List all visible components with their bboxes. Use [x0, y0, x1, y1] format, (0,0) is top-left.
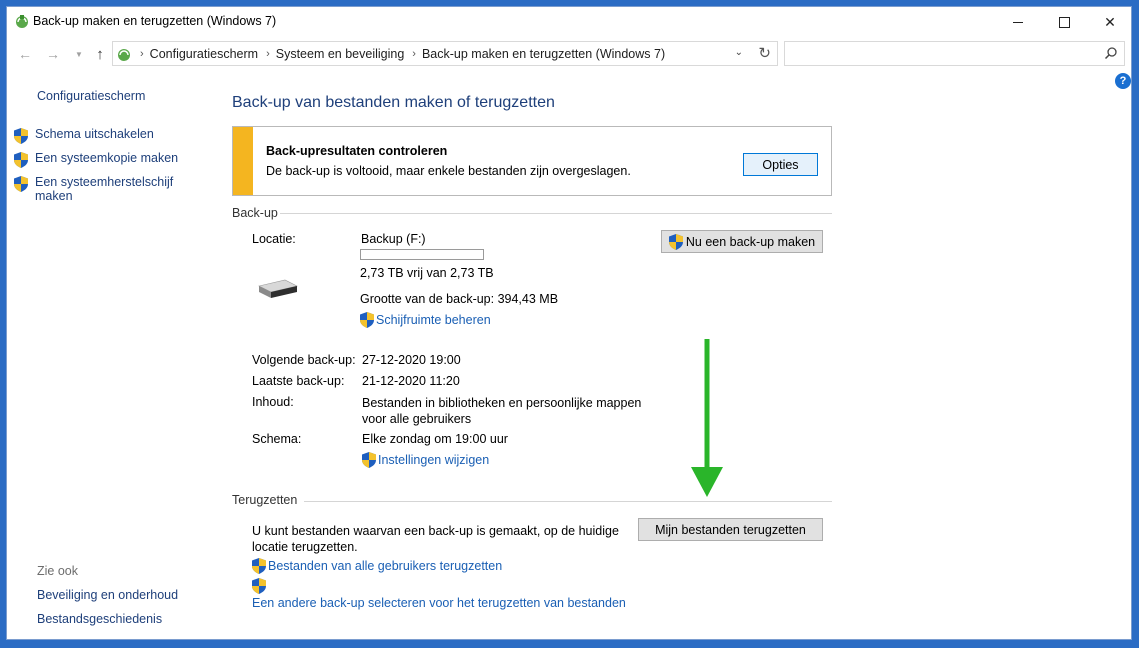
close-button[interactable]: ✕ — [1087, 7, 1131, 37]
restore-my-files-button[interactable]: Mijn bestanden terugzetten — [638, 518, 823, 541]
shield-icon — [252, 578, 266, 594]
schedule-value: Elke zondag om 19:00 uur — [362, 432, 508, 446]
sidebar-item-label: Een systeemherstelschijf maken — [35, 175, 174, 203]
backup-section-label: Back-up — [232, 206, 278, 220]
hard-drive-icon — [258, 279, 298, 298]
free-space-text: 2,73 TB vrij van 2,73 TB — [360, 266, 494, 280]
shield-icon — [252, 558, 266, 574]
select-other-backup-link[interactable]: Een andere back-up selecteren voor het t… — [252, 596, 626, 610]
manage-space-link-label[interactable]: Schijfruimte beheren — [376, 313, 491, 327]
sidebar-item-repair-disc[interactable]: Een systeemherstelschijf maken — [14, 175, 194, 203]
shield-icon — [14, 152, 28, 168]
back-button[interactable]: ← — [15, 44, 35, 64]
last-backup-value: 21-12-2020 11:20 — [362, 374, 460, 388]
manage-space-link[interactable]: Schijfruimte beheren — [360, 312, 491, 328]
restore-section-label: Terugzetten — [232, 493, 298, 507]
sidebar: Configuratiescherm Schema uitschakelen E… — [7, 71, 217, 639]
shield-icon — [362, 452, 376, 468]
sidebar-item-label: Een systeemkopie maken — [35, 151, 179, 165]
maximize-button[interactable] — [1041, 7, 1087, 37]
location-value: Backup (F:) — [361, 232, 426, 246]
control-panel-icon — [118, 48, 130, 61]
sidebar-item-system-image[interactable]: Een systeemkopie maken — [14, 151, 194, 168]
restore-section-divider — [304, 501, 832, 502]
address-dropdown-icon[interactable]: ⌄ — [735, 47, 743, 58]
minimize-button[interactable] — [995, 7, 1041, 37]
breadcrumb-separator-icon: › — [266, 47, 270, 60]
change-settings-link[interactable]: Instellingen wijzigen — [362, 452, 489, 468]
notice-text: De back-up is voltooid, maar enkele best… — [266, 164, 631, 178]
breadcrumb-separator-icon: › — [140, 47, 144, 60]
refresh-icon[interactable]: ↻ — [758, 44, 771, 62]
backup-now-button[interactable]: Nu een back-up maken — [661, 230, 823, 253]
breadcrumb-system-security[interactable]: Systeem en beveiliging — [276, 47, 405, 61]
content-value: Bestanden in bibliotheken en persoonlijk… — [362, 396, 642, 426]
next-backup-label: Volgende back-up: — [252, 353, 356, 367]
restore-description: U kunt bestanden waarvan een back-up is … — [252, 524, 619, 554]
chevron-down-icon: ▼ — [75, 49, 83, 59]
address-bar[interactable]: › Configuratiescherm › Systeem en beveil… — [112, 41, 778, 66]
backup-results-notice: Back-upresultaten controleren De back-up… — [232, 126, 832, 196]
change-settings-link-label[interactable]: Instellingen wijzigen — [378, 453, 489, 467]
arrow-up-icon: ↑ — [96, 45, 104, 63]
breadcrumb-backup-restore[interactable]: Back-up maken en terugzetten (Windows 7) — [422, 47, 665, 61]
control-panel-window: Back-up maken en terugzetten (Windows 7)… — [6, 6, 1132, 640]
window-title: Back-up maken en terugzetten (Windows 7) — [33, 14, 277, 28]
notice-title: Back-upresultaten controleren — [266, 144, 448, 158]
sidebar-link-security-maintenance[interactable]: Beveiliging en onderhoud — [37, 588, 178, 602]
sidebar-item-disable-schedule[interactable]: Schema uitschakelen — [14, 127, 194, 144]
forward-button[interactable]: → — [43, 44, 63, 64]
search-input[interactable] — [784, 41, 1125, 66]
annotation-arrow-icon — [691, 339, 723, 497]
sidebar-link-file-history[interactable]: Bestandsgeschiedenis — [37, 612, 162, 626]
schedule-label: Schema: — [252, 432, 302, 446]
minimize-icon — [1013, 21, 1023, 23]
arrow-right-icon: → — [46, 46, 60, 62]
shield-icon — [14, 176, 28, 192]
restore-all-users-link[interactable]: Bestanden van alle gebruikers terugzette… — [252, 558, 502, 574]
page-title: Back-up van bestanden maken of terugzett… — [232, 94, 555, 111]
help-icon[interactable]: ? — [1115, 73, 1131, 89]
restore-all-users-label[interactable]: Bestanden van alle gebruikers terugzette… — [268, 559, 502, 573]
next-backup-value: 27-12-2020 19:00 — [362, 353, 461, 367]
options-button[interactable]: Opties — [743, 153, 818, 176]
shield-icon — [668, 233, 683, 250]
sidebar-item-label: Schema uitschakelen — [35, 127, 154, 141]
backup-size-text: Grootte van de back-up: 394,43 MB — [360, 292, 559, 306]
backup-app-icon — [16, 15, 28, 28]
up-button[interactable]: ↑ — [90, 44, 110, 64]
notice-accent-bar — [233, 127, 253, 195]
disk-usage-bar — [360, 249, 484, 260]
backup-section-divider — [280, 213, 832, 214]
content-label: Inhoud: — [252, 395, 294, 409]
close-icon: ✕ — [1104, 13, 1116, 30]
title-bar: Back-up maken en terugzetten (Windows 7)… — [7, 7, 1131, 37]
shield-icon — [360, 312, 374, 328]
see-also-heading: Zie ook — [37, 564, 78, 578]
shield-icon — [14, 128, 28, 144]
last-backup-label: Laatste back-up: — [252, 374, 345, 388]
location-label: Locatie: — [252, 232, 296, 246]
arrow-left-icon: ← — [18, 46, 32, 62]
breadcrumb-separator-icon: › — [412, 47, 416, 60]
search-icon[interactable] — [1104, 46, 1118, 60]
sidebar-control-panel-home[interactable]: Configuratiescherm — [37, 89, 145, 103]
backup-now-label: Nu een back-up maken — [685, 234, 816, 249]
maximize-icon — [1058, 16, 1070, 28]
address-row: ← → ▼ ↑ › Configuratiescherm › Systeem e… — [7, 37, 1131, 71]
recent-locations-button[interactable]: ▼ — [69, 44, 89, 64]
breadcrumb-control-panel[interactable]: Configuratiescherm — [150, 47, 258, 61]
